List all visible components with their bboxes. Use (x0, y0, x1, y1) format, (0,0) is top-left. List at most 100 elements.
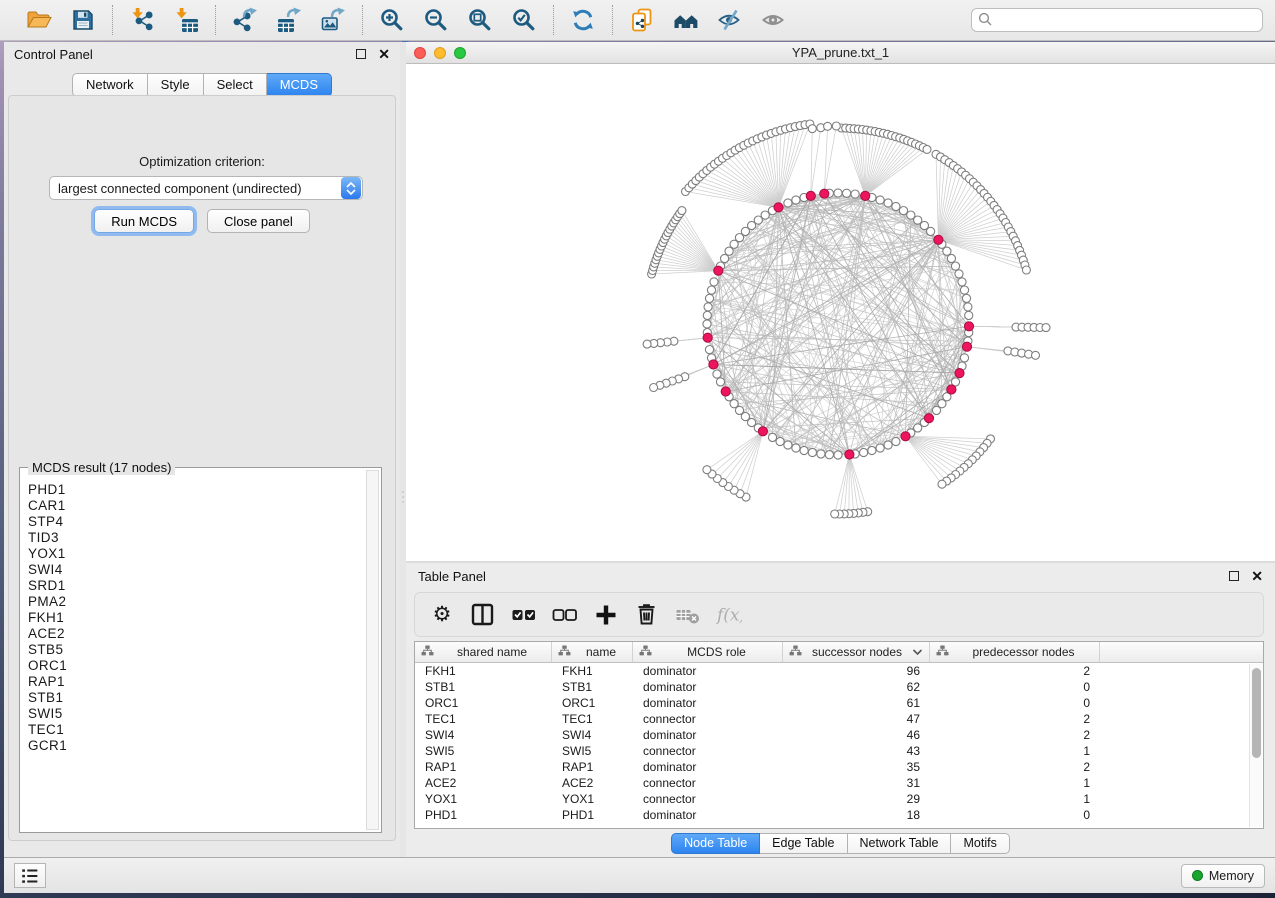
table-row[interactable]: RAP1RAP1dominator352 (415, 759, 1263, 775)
plus-icon[interactable] (593, 602, 619, 628)
network-canvas[interactable] (406, 64, 1275, 561)
cell-predecessors: 1 (930, 744, 1100, 758)
export-table-icon[interactable] (274, 5, 304, 35)
table-row[interactable]: ACE2ACE2connector311 (415, 775, 1263, 791)
close-table-panel-icon[interactable]: ✕ (1251, 571, 1263, 581)
toolbar-group (215, 5, 362, 35)
column-header-name[interactable]: name (552, 642, 633, 662)
hide-eye-icon[interactable] (715, 5, 745, 35)
cell-shared_name: YOX1 (415, 792, 552, 806)
search-icon (978, 12, 993, 30)
mcds-result-item[interactable]: STP4 (28, 514, 365, 530)
uncheck-pair-icon[interactable] (552, 602, 578, 628)
run-mcds-button[interactable]: Run MCDS (94, 209, 194, 233)
zoom-out-icon[interactable] (421, 5, 451, 35)
import-table-icon[interactable] (171, 5, 201, 35)
control-panel-header: Control Panel ✕ (4, 42, 400, 66)
houses-icon[interactable] (671, 5, 701, 35)
column-header-shared-name[interactable]: shared name (415, 642, 552, 662)
cell-name: RAP1 (552, 760, 633, 774)
mcds-result-item[interactable]: SWI5 (28, 706, 365, 722)
mcds-result-item[interactable]: CAR1 (28, 498, 365, 514)
mcds-result-item[interactable]: SRD1 (28, 578, 365, 594)
mcds-result-item[interactable]: TID3 (28, 530, 365, 546)
mcds-result-item[interactable]: STB5 (28, 642, 365, 658)
cell-role: dominator (633, 760, 783, 774)
table-row[interactable]: FKH1FKH1dominator962 (415, 663, 1263, 679)
close-panel-icon[interactable]: ✕ (378, 49, 390, 59)
trash-icon[interactable] (634, 602, 660, 628)
network-nodes[interactable] (643, 120, 1050, 518)
tab-network[interactable]: Network (72, 73, 148, 97)
mcds-result-item[interactable]: FKH1 (28, 610, 365, 626)
check-pair-icon[interactable] (511, 602, 537, 628)
column-header-successor-nodes[interactable]: successor nodes (783, 642, 930, 662)
search-box (971, 8, 1263, 32)
export-image-icon[interactable] (318, 5, 348, 35)
show-eye-icon[interactable] (759, 5, 789, 35)
task-history-button[interactable] (14, 863, 46, 888)
criterion-select[interactable]: largest connected component (undirected) (49, 176, 363, 200)
tab-node-table[interactable]: Node Table (671, 833, 760, 854)
cell-predecessors: 1 (930, 776, 1100, 790)
network-graph[interactable] (406, 64, 1275, 561)
mcds-result-item[interactable]: ORC1 (28, 658, 365, 674)
tab-network-table[interactable]: Network Table (848, 833, 952, 854)
mcds-result-item[interactable]: GCR1 (28, 738, 365, 754)
mcds-result-item[interactable]: PMA2 (28, 594, 365, 610)
refresh-icon[interactable] (568, 5, 598, 35)
cell-successors: 62 (783, 680, 930, 694)
toolbar-group (362, 5, 553, 35)
svg-text:f(x): f(x) (716, 605, 742, 625)
search-input[interactable] (971, 8, 1263, 32)
table-row[interactable]: YOX1YOX1connector291 (415, 791, 1263, 807)
mcds-result-item[interactable]: RAP1 (28, 674, 365, 690)
memory-status-icon (1192, 870, 1203, 881)
tab-style[interactable]: Style (148, 73, 204, 97)
float-panel-icon[interactable] (356, 49, 366, 59)
tab-mcds[interactable]: MCDS (267, 73, 332, 97)
gear-icon[interactable]: ⚙ (429, 602, 455, 628)
tab-select[interactable]: Select (204, 73, 267, 97)
mcds-result-item[interactable]: TEC1 (28, 722, 365, 738)
node-table-header: shared namenameMCDS rolesuccessor nodesp… (415, 642, 1263, 663)
tab-edge-table[interactable]: Edge Table (760, 833, 847, 854)
close-panel-button[interactable]: Close panel (207, 209, 310, 233)
network-file-icon[interactable] (627, 5, 657, 35)
table-row[interactable]: TEC1TEC1connector472 (415, 711, 1263, 727)
import-network-icon[interactable] (127, 5, 157, 35)
tab-motifs[interactable]: Motifs (951, 833, 1009, 854)
mcds-result-item[interactable]: YOX1 (28, 546, 365, 562)
column-header-predecessor-nodes[interactable]: predecessor nodes (930, 642, 1100, 662)
save-icon[interactable] (68, 5, 98, 35)
columns-icon[interactable] (470, 602, 496, 628)
zoom-selected-icon[interactable] (509, 5, 539, 35)
table-row[interactable]: SWI4SWI4dominator462 (415, 727, 1263, 743)
mcds-result-item[interactable]: STB1 (28, 690, 365, 706)
table-scrollbar-thumb[interactable] (1252, 668, 1261, 758)
control-panel: Control Panel ✕ NetworkStyleSelectMCDS O… (4, 42, 400, 857)
mcds-result-item[interactable]: PHD1 (28, 482, 365, 498)
cell-name: FKH1 (552, 664, 633, 678)
cell-successors: 35 (783, 760, 930, 774)
export-network-icon[interactable] (230, 5, 260, 35)
mcds-result-list[interactable]: PHD1CAR1STP4TID3YOX1SWI4SRD1PMA2FKH1ACE2… (21, 478, 365, 830)
table-row[interactable]: ORC1ORC1dominator610 (415, 695, 1263, 711)
attribute-icon (558, 645, 571, 659)
mcds-list-scrollbar[interactable] (366, 470, 379, 830)
column-header-MCDS-role[interactable]: MCDS role (633, 642, 783, 662)
mcds-result-item[interactable]: ACE2 (28, 626, 365, 642)
mcds-result-item[interactable]: SWI4 (28, 562, 365, 578)
status-bar: Memory (4, 857, 1275, 893)
cell-shared_name: STB1 (415, 680, 552, 694)
float-table-panel-icon[interactable] (1229, 571, 1239, 581)
open-folder-icon[interactable] (24, 5, 54, 35)
zoom-in-icon[interactable] (377, 5, 407, 35)
memory-button[interactable]: Memory (1181, 864, 1265, 888)
table-row[interactable]: SWI5SWI5connector431 (415, 743, 1263, 759)
cell-successors: 29 (783, 792, 930, 806)
table-row[interactable]: STB1STB1dominator620 (415, 679, 1263, 695)
table-scrollbar[interactable] (1249, 664, 1262, 827)
zoom-fit-icon[interactable] (465, 5, 495, 35)
table-row[interactable]: PHD1PHD1dominator180 (415, 807, 1263, 823)
